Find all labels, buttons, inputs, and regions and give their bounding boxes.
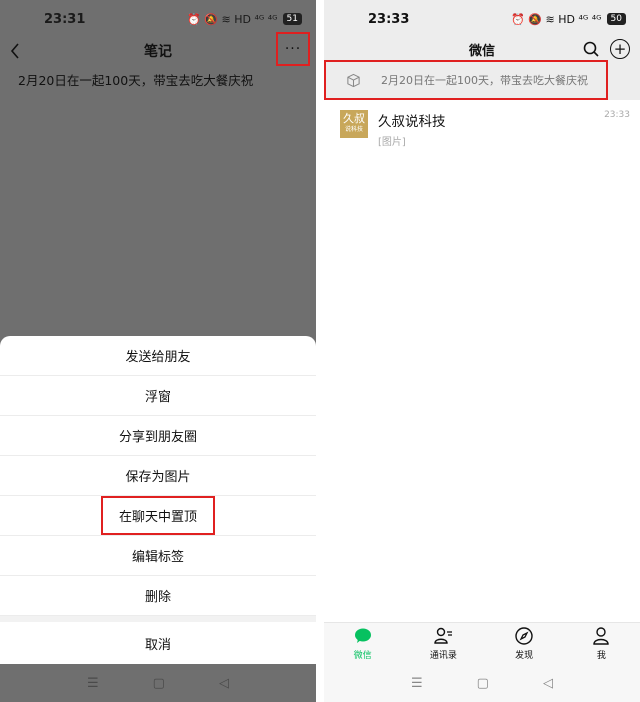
chat-info: 久叔说科技 [图片] <box>378 110 446 148</box>
tab-label: 微信 <box>353 651 372 661</box>
wechat-header: 微信 + <box>324 38 640 60</box>
pin-in-chat-option[interactable]: 在聊天中置顶 <box>0 496 316 536</box>
add-button[interactable]: + <box>610 39 630 59</box>
home-icon[interactable]: ▢ <box>477 676 489 691</box>
left-screen: 23:31 ⏰ 🔕 ≋ HD ⁴ᴳ ⁴ᴳ 51 笔记 ··· 2月20日在一起1… <box>0 0 316 702</box>
delete-option[interactable]: 删除 <box>0 576 316 616</box>
status-bar: 23:33 ⏰ 🔕 ≋ HD ⁴ᴳ ⁴ᴳ 50 <box>324 0 640 38</box>
action-sheet: 发送给朋友 浮窗 分享到朋友圈 保存为图片 在聊天中置顶 编辑标签 删除 取消 <box>0 336 316 664</box>
person-icon <box>593 627 610 645</box>
compass-icon <box>515 627 533 645</box>
search-icon <box>583 41 599 57</box>
back-icon[interactable]: ◁ <box>219 676 229 691</box>
avatar-title: 久叔 <box>343 112 365 125</box>
search-button[interactable] <box>582 40 600 58</box>
note-content: 2月20日在一起100天，带宝去吃大餐庆祝 <box>18 73 254 88</box>
pin-in-chat-label: 在聊天中置顶 <box>100 496 215 535</box>
status-indicator-icons: ⏰ 🔕 ≋ HD ⁴ᴳ ⁴ᴳ <box>187 12 278 26</box>
system-nav-bar: ☰ ▢ ◁ <box>324 664 640 702</box>
menu-icon[interactable]: ☰ <box>411 676 423 691</box>
back-button[interactable] <box>8 38 22 64</box>
screen-divider <box>316 0 324 702</box>
tab-label: 通讯录 <box>429 651 457 661</box>
back-icon[interactable]: ◁ <box>543 676 553 691</box>
tab-bar: 微信 通讯录 发现 我 <box>324 622 640 664</box>
avatar-subtitle: 说科技 <box>344 126 363 133</box>
tab-chats[interactable]: 微信 <box>353 626 373 661</box>
contacts-icon <box>434 627 453 644</box>
status-time: 23:31 <box>44 11 86 27</box>
pinned-note[interactable]: 2月20日在一起100天，带宝去吃大餐庆祝 <box>324 60 608 100</box>
more-options-button[interactable]: ··· <box>276 32 310 66</box>
system-nav-bar: ☰ ▢ ◁ <box>0 664 316 702</box>
note-navbar: 笔记 ··· <box>0 32 316 66</box>
home-icon[interactable]: ▢ <box>153 676 165 691</box>
tab-discover[interactable]: 发现 <box>514 626 534 661</box>
send-to-friend-option[interactable]: 发送给朋友 <box>0 336 316 376</box>
battery-icon: 51 <box>282 13 302 25</box>
edit-tags-option[interactable]: 编辑标签 <box>0 536 316 576</box>
chat-list-item[interactable]: 久叔 说科技 久叔说科技 [图片] 23:33 <box>324 104 640 152</box>
save-as-image-option[interactable]: 保存为图片 <box>0 456 316 496</box>
status-icons: ⏰ 🔕 ≋ HD ⁴ᴳ ⁴ᴳ 50 <box>511 13 626 26</box>
chevron-left-icon <box>10 43 19 59</box>
menu-icon[interactable]: ☰ <box>87 676 99 691</box>
chat-preview: [图片] <box>378 137 406 148</box>
chat-bubble-icon <box>354 628 371 643</box>
tab-label: 我 <box>596 651 606 661</box>
right-screen: 23:33 ⏰ 🔕 ≋ HD ⁴ᴳ ⁴ᴳ 50 微信 + 2月20日在一起100… <box>324 0 640 702</box>
page-title: 笔记 <box>144 44 172 60</box>
tab-me[interactable]: 我 <box>591 626 611 661</box>
tab-label: 发现 <box>515 651 534 661</box>
chat-name: 久叔说科技 <box>378 114 446 130</box>
cancel-button[interactable]: 取消 <box>0 622 316 664</box>
share-to-moments-option[interactable]: 分享到朋友圈 <box>0 416 316 456</box>
status-indicator-icons: ⏰ 🔕 ≋ HD ⁴ᴳ ⁴ᴳ <box>511 12 602 26</box>
chat-time: 23:33 <box>604 110 630 120</box>
status-time: 23:33 <box>368 11 410 27</box>
page-title: 微信 <box>468 43 495 59</box>
status-bar: 23:31 ⏰ 🔕 ≋ HD ⁴ᴳ ⁴ᴳ 51 <box>0 0 316 38</box>
avatar: 久叔 说科技 <box>340 110 368 138</box>
tab-contacts[interactable]: 通讯录 <box>430 626 457 661</box>
cube-icon <box>347 73 360 87</box>
pinned-note-text: 2月20日在一起100天，带宝去吃大餐庆祝 <box>381 74 588 87</box>
status-icons: ⏰ 🔕 ≋ HD ⁴ᴳ ⁴ᴳ 51 <box>187 13 302 26</box>
floating-window-option[interactable]: 浮窗 <box>0 376 316 416</box>
battery-icon: 50 <box>606 13 626 25</box>
pinned-area: 2月20日在一起100天，带宝去吃大餐庆祝 <box>324 60 640 100</box>
